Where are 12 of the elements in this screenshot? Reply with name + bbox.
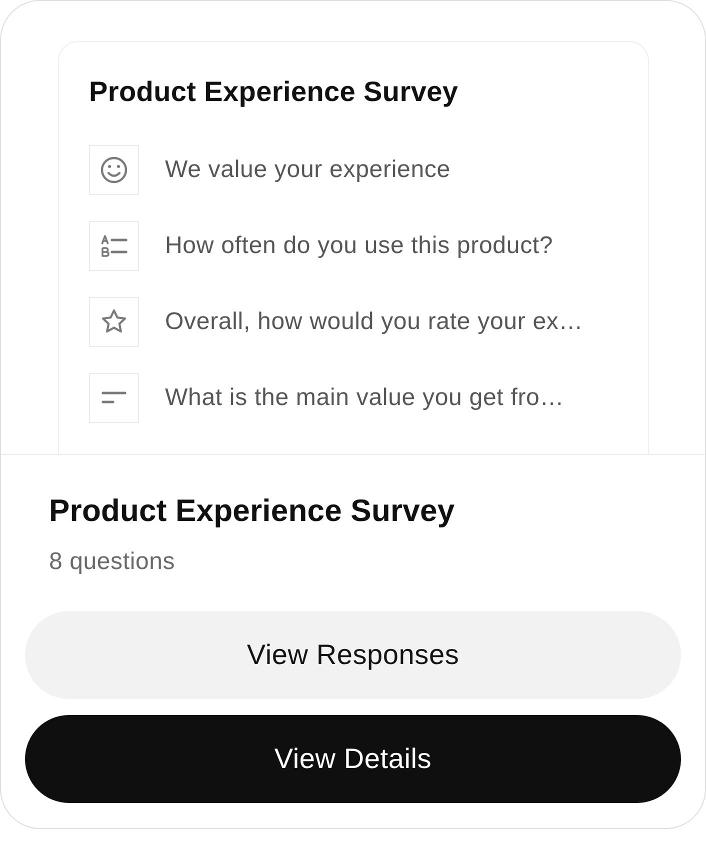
view-responses-button[interactable]: View Responses: [25, 611, 681, 699]
text-lines-icon: [89, 373, 139, 423]
question-text: What is the main value you get fro…: [165, 383, 564, 413]
smiley-icon: [89, 145, 139, 195]
question-text: How often do you use this product?: [165, 231, 554, 261]
multiple-choice-icon: [89, 221, 139, 271]
question-count: 8 questions: [49, 547, 176, 577]
view-details-button[interactable]: View Details: [25, 715, 681, 803]
preview-title: Product Experience Survey: [89, 75, 458, 109]
question-text: We value your experience: [165, 155, 450, 185]
survey-title: Product Experience Survey: [49, 492, 455, 530]
question-text: Overall, how would you rate your ex…: [165, 307, 584, 337]
